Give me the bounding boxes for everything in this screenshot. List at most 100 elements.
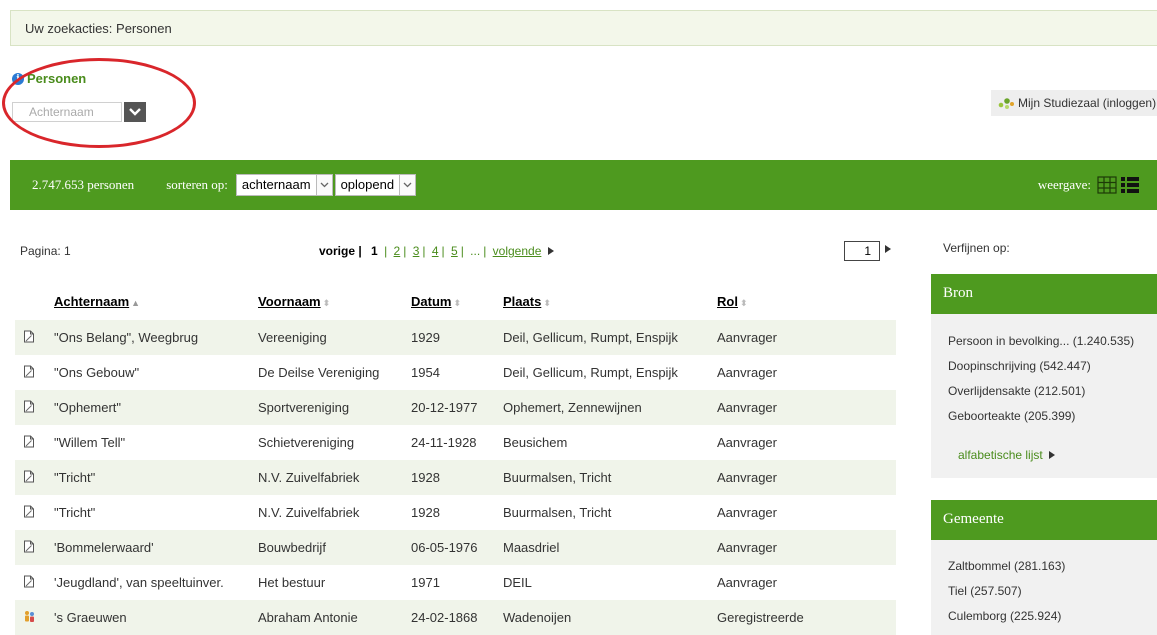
view-label: weergave:	[1037, 177, 1091, 192]
table-row[interactable]: "Willem Tell" Schietvereniging 24-11-1928 B…	[15, 425, 896, 460]
table-row[interactable]: "Tricht" N.V. Zuivelfabriek 1928 Buurmalsen…	[15, 495, 896, 530]
gemeente-title: Gemeente	[943, 511, 1004, 527]
table-row[interactable]: 's Graeuwen Abraham Antonie 24-02-1868 Wade…	[15, 600, 896, 635]
go-to-page-icon[interactable]	[885, 245, 891, 253]
cell-plaats: Buurmalsen, Tricht	[503, 505, 612, 520]
header-datum[interactable]: Datum ⬍	[411, 282, 503, 320]
cell-datum: 1954	[411, 365, 440, 380]
studiezaal-login-button[interactable]: Mijn Studiezaal (inloggen)	[991, 90, 1157, 116]
page-link-3[interactable]: 3	[413, 244, 420, 258]
result-count: 2.747.653 personen	[32, 177, 135, 192]
cell-plaats: Deil, Gellicum, Rumpt, Enspijk	[503, 320, 717, 355]
page-links: vorige | 1 | 2 | 3 | 4 | 5 | ... | volgende	[319, 244, 554, 258]
cell-achternaam[interactable]: "Tricht"	[54, 460, 258, 495]
cell-achternaam[interactable]: "Ophemert"	[54, 390, 258, 425]
list-view-icon[interactable]	[1121, 176, 1139, 194]
table-header-row: Achternaam ▲ Voornaam ⬍ Datum ⬍ Plaats ⬍ Rol…	[15, 282, 896, 320]
search-history-bar: Uw zoekacties: Personen	[10, 10, 1157, 46]
header-voornaam[interactable]: Voornaam ⬍	[258, 282, 411, 320]
document-icon	[23, 470, 35, 486]
cell-datum: 24-02-1868	[411, 600, 503, 635]
table-row[interactable]: "Ons Gebouw" De Deilse Vereniging 1954 Deil…	[15, 355, 896, 390]
cell-achternaam[interactable]: "Ons Gebouw"	[54, 355, 258, 390]
cell-plaats: Maasdriel	[503, 530, 717, 565]
surname-search	[12, 102, 146, 122]
cell-voornaam: N.V. Zuivelfabriek	[258, 460, 411, 495]
cell-datum: 1928	[411, 460, 503, 495]
table-row[interactable]: "Ons Belang", Weegbrug Vereeniging 1929 Dei…	[15, 320, 896, 355]
arrow-right-icon	[1049, 451, 1056, 459]
table-row[interactable]: "Ophemert" Sportvereniging 20-12-1977 Ophem…	[15, 390, 896, 425]
page-indicator: Pagina: 1	[20, 244, 71, 258]
sort-field-select[interactable]: achternaam	[235, 174, 333, 196]
header-plaats[interactable]: Plaats ⬍	[503, 282, 717, 320]
gemeente-panel: Zaltbommel (281.163) Tiel (257.507) Cule…	[931, 540, 1157, 635]
header-rol[interactable]: Rol ⬍	[717, 282, 896, 320]
personen-link[interactable]: i Personen	[12, 71, 86, 86]
search-history-text: Uw zoekacties: Personen	[25, 21, 172, 36]
cell-achternaam[interactable]: "Tricht"	[54, 495, 258, 530]
pager: Pagina: 1 vorige | 1 | 2 | 3 | 4 | 5 | ... | …	[20, 241, 891, 262]
cell-rol: Aanvrager	[717, 505, 777, 520]
page-link-5[interactable]: 5	[451, 244, 458, 258]
cell-rol: Aanvrager	[717, 390, 896, 425]
cell-voornaam: Sportvereniging	[258, 390, 411, 425]
previous-link: vorige |	[319, 244, 362, 258]
cell-achternaam[interactable]: 'Bommelerwaard'	[54, 530, 258, 565]
cell-plaats: Buurmalsen, Tricht	[503, 460, 717, 495]
next-arrow-icon[interactable]	[547, 247, 554, 255]
cell-voornaam: De Deilse Vereniging	[258, 365, 380, 380]
surname-input[interactable]	[12, 102, 122, 122]
sort-field-value: achternaam	[241, 177, 311, 192]
current-page: 1	[371, 244, 378, 258]
info-icon[interactable]: i	[12, 72, 24, 85]
cell-datum: 06-05-1976	[411, 530, 503, 565]
cell-datum: 1928	[411, 505, 440, 520]
bron-item[interactable]: Doopinschrijving (542.447)	[948, 359, 1091, 373]
cell-rol: Aanvrager	[717, 365, 777, 380]
alphabetical-list-link[interactable]: alfabetische lijst	[958, 448, 1056, 462]
page-link-4[interactable]: 4	[432, 244, 439, 258]
cell-datum: 20-12-1977	[411, 390, 503, 425]
cell-rol: Aanvrager	[717, 460, 896, 495]
gemeente-item[interactable]: Tiel (257.507)	[948, 584, 1022, 598]
gemeente-item[interactable]: Culemborg (225.924)	[948, 609, 1061, 623]
page-number-input[interactable]	[844, 241, 880, 261]
next-link[interactable]: volgende	[493, 244, 542, 258]
sort-label: sorteren op:	[166, 177, 228, 192]
table-row[interactable]: "Tricht" N.V. Zuivelfabriek 1928 Buurmalsen…	[15, 460, 896, 495]
cell-voornaam: Schietvereniging	[258, 435, 355, 450]
studiezaal-label[interactable]: Mijn Studiezaal (inloggen)	[1018, 96, 1156, 110]
bron-title: Bron	[943, 285, 973, 301]
grid-view-icon[interactable]	[1097, 176, 1117, 194]
cell-plaats: Beusichem	[503, 435, 568, 450]
table-row[interactable]: 'Bommelerwaard' Bouwbedrijf 06-05-1976 Maas…	[15, 530, 896, 565]
gemeente-item[interactable]: Zaltbommel (281.163)	[948, 559, 1065, 573]
cell-rol: Aanvrager	[717, 530, 896, 565]
document-icon	[23, 435, 35, 451]
sort-order-select[interactable]: oplopend	[334, 174, 417, 196]
cell-rol: Aanvrager	[717, 435, 777, 450]
table-row[interactable]: 'Jeugdland', van speeltuinver. Het bestuu…	[15, 565, 896, 600]
cell-achternaam[interactable]: "Ons Belang", Weegbrug	[54, 320, 258, 355]
document-icon	[23, 400, 35, 416]
document-icon	[23, 540, 35, 556]
personen-title[interactable]: Personen	[27, 71, 86, 86]
document-icon	[23, 505, 35, 521]
cell-achternaam[interactable]: 'Jeugdland', van speeltuinver.	[54, 565, 258, 600]
header-achternaam[interactable]: Achternaam ▲	[54, 282, 258, 320]
chevron-down-icon	[315, 175, 332, 195]
cell-voornaam: Vereeniging	[258, 320, 411, 355]
refine-title: Verfijnen op:	[943, 241, 1010, 255]
cell-plaats: Wadenoijen	[503, 600, 717, 635]
chevron-down-icon	[129, 108, 141, 116]
cell-achternaam[interactable]: 's Graeuwen	[54, 600, 258, 635]
cell-achternaam[interactable]: "Willem Tell"	[54, 425, 258, 460]
page-link-2[interactable]: 2	[394, 244, 401, 258]
search-dropdown-button[interactable]	[124, 102, 146, 122]
cell-voornaam: N.V. Zuivelfabriek	[258, 505, 360, 520]
bron-item[interactable]: Geboorteakte (205.399)	[948, 409, 1075, 423]
bron-item[interactable]: Persoon in bevolking... (1.240.535)	[948, 334, 1134, 348]
bron-item[interactable]: Overlijdensakte (212.501)	[948, 384, 1085, 398]
results-table: Achternaam ▲ Voornaam ⬍ Datum ⬍ Plaats ⬍ Rol…	[15, 282, 896, 635]
